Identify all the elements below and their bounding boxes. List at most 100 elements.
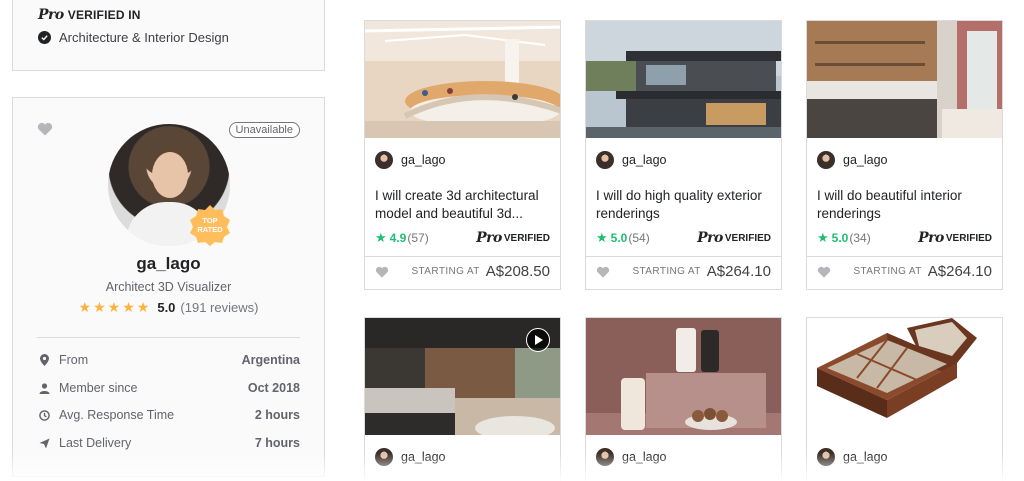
gig-seller[interactable]: ga_lago — [817, 151, 888, 169]
star-icon: ★ — [136, 299, 150, 315]
gig-card[interactable]: ga_lago I will do high quality exterior … — [585, 20, 782, 290]
seller-name[interactable]: ga_lago — [401, 450, 446, 464]
check-circle-icon — [38, 31, 51, 44]
pro-verified-label: VERIFIED — [503, 232, 550, 244]
gig-score: 4.9 — [389, 231, 407, 245]
pro-logo: Pro — [697, 230, 723, 246]
pro-verified-card: Pro VERIFIED IN Architecture & Interior … — [12, 0, 325, 71]
seller-username[interactable]: ga_lago — [13, 254, 324, 274]
top-rated-badge: TOP RATED — [189, 204, 231, 246]
gig-card[interactable]: ga_lago — [585, 317, 782, 481]
star-icon: ★ — [107, 299, 121, 315]
star-icon: ★ — [122, 299, 135, 315]
gig-thumbnail[interactable] — [807, 21, 1002, 138]
gig-image-interior-kitchen — [807, 21, 1002, 138]
gig-footer: STARTING AT A$264.10 — [586, 256, 781, 286]
seller-avatar — [375, 151, 393, 169]
seller-avatar — [596, 151, 614, 169]
stat-response-time: Avg. Response Time 2 hours — [37, 405, 300, 425]
gig-image-product-bottles — [586, 318, 781, 435]
gig-card[interactable]: ga_lago — [364, 317, 561, 481]
gig-thumbnail[interactable] — [365, 21, 560, 138]
pro-logo: Pro — [918, 230, 944, 246]
gig-review-count: (34) — [849, 231, 871, 245]
gig-card[interactable]: ga_lago I will do beautiful interior ren… — [806, 20, 1003, 290]
stat-label: Avg. Response Time — [59, 408, 175, 422]
stat-from: From Argentina — [37, 350, 300, 370]
play-icon[interactable] — [526, 328, 550, 352]
seller-avatar — [817, 448, 835, 466]
seller-profile-card: Unavailable TOP RATED ga_lago Architect … — [12, 97, 325, 477]
pro-verified-badge: Pro VERIFIED — [476, 230, 550, 246]
review-count[interactable]: (191 reviews) — [180, 300, 258, 315]
availability-badge: Unavailable — [228, 122, 300, 138]
location-pin-icon — [37, 354, 51, 366]
gig-title[interactable]: I will do beautiful interior renderings — [817, 187, 994, 223]
seller-name[interactable]: ga_lago — [622, 450, 667, 464]
seller-tagline: Architect 3D Visualizer — [105, 280, 232, 294]
gig-thumbnail[interactable] — [365, 318, 560, 435]
pro-verified-label: VERIFIED — [724, 232, 771, 244]
rating-score: 5.0 — [157, 300, 176, 315]
stat-value: 7 hours — [254, 436, 300, 450]
gig-seller[interactable]: ga_lago — [817, 448, 888, 466]
stat-label: Last Delivery — [59, 436, 132, 450]
heart-icon[interactable] — [375, 266, 389, 278]
pro-verified-badge: Pro VERIFIED — [697, 230, 771, 246]
seller-avatar — [375, 448, 393, 466]
seller-name[interactable]: ga_lago — [843, 153, 888, 167]
gig-title[interactable]: I will create 3d architectural model and… — [375, 187, 552, 223]
gig-review-count: (57) — [407, 231, 429, 245]
clock-icon — [37, 409, 51, 421]
pro-logo: Pro — [38, 7, 64, 23]
gig-review-count: (54) — [628, 231, 650, 245]
user-icon — [37, 382, 51, 394]
gig-card[interactable]: ga_lago — [806, 317, 1003, 481]
stat-value: Argentina — [241, 353, 300, 367]
seller-rating: ★ ★ ★ ★ ★ 5.0 (191 reviews) — [13, 299, 324, 316]
stat-label: Member since — [59, 381, 138, 395]
top-rated-line1: TOP — [202, 216, 218, 225]
stat-value: 2 hours — [254, 408, 300, 422]
star-icon: ★ — [596, 230, 608, 245]
starting-at-label: STARTING AT — [853, 266, 922, 277]
pro-verified-line: Pro VERIFIED IN — [38, 7, 141, 23]
stat-member-since: Member since Oct 2018 — [37, 378, 300, 398]
seller-name[interactable]: ga_lago — [622, 153, 667, 167]
gig-seller[interactable]: ga_lago — [375, 448, 446, 466]
starting-at-label: STARTING AT — [411, 266, 480, 277]
gig-seller[interactable]: ga_lago — [375, 151, 446, 169]
top-rated-line2: RATED — [197, 225, 223, 234]
seller-name[interactable]: ga_lago — [401, 153, 446, 167]
gig-image-floor-plan — [807, 318, 1002, 435]
pro-verified-label: VERIFIED — [945, 232, 992, 244]
gig-rating: ★ 5.0 (54) Pro VERIFIED — [596, 230, 771, 246]
heart-icon[interactable] — [596, 266, 610, 278]
star-icon: ★ — [817, 230, 829, 245]
heart-icon[interactable] — [37, 122, 53, 136]
specialty-label: Architecture & Interior Design — [59, 30, 229, 45]
seller-name[interactable]: ga_lago — [843, 450, 888, 464]
gig-card[interactable]: ga_lago I will create 3d architectural m… — [364, 20, 561, 290]
seller-avatar — [817, 151, 835, 169]
gig-image-exterior-house — [586, 21, 781, 138]
gig-thumbnail[interactable] — [586, 21, 781, 138]
gig-price: A$208.50 — [485, 263, 550, 280]
gig-seller[interactable]: ga_lago — [596, 448, 667, 466]
gig-score: 5.0 — [831, 231, 849, 245]
gig-rating: ★ 5.0 (34) Pro VERIFIED — [817, 230, 992, 246]
divider — [37, 337, 300, 338]
stat-last-delivery: Last Delivery 7 hours — [37, 433, 300, 453]
gig-image-interior-atrium — [365, 21, 560, 138]
star-icon: ★ — [375, 230, 387, 245]
starting-at-label: STARTING AT — [632, 266, 701, 277]
heart-icon[interactable] — [817, 266, 831, 278]
gig-title[interactable]: I will do high quality exterior renderin… — [596, 187, 773, 223]
stat-label: From — [59, 353, 89, 367]
verified-specialty: Architecture & Interior Design — [38, 30, 229, 45]
gig-seller[interactable]: ga_lago — [596, 151, 667, 169]
gig-score: 5.0 — [610, 231, 628, 245]
gig-thumbnail[interactable] — [807, 318, 1002, 435]
seller-avatar — [596, 448, 614, 466]
gig-thumbnail[interactable] — [586, 318, 781, 435]
